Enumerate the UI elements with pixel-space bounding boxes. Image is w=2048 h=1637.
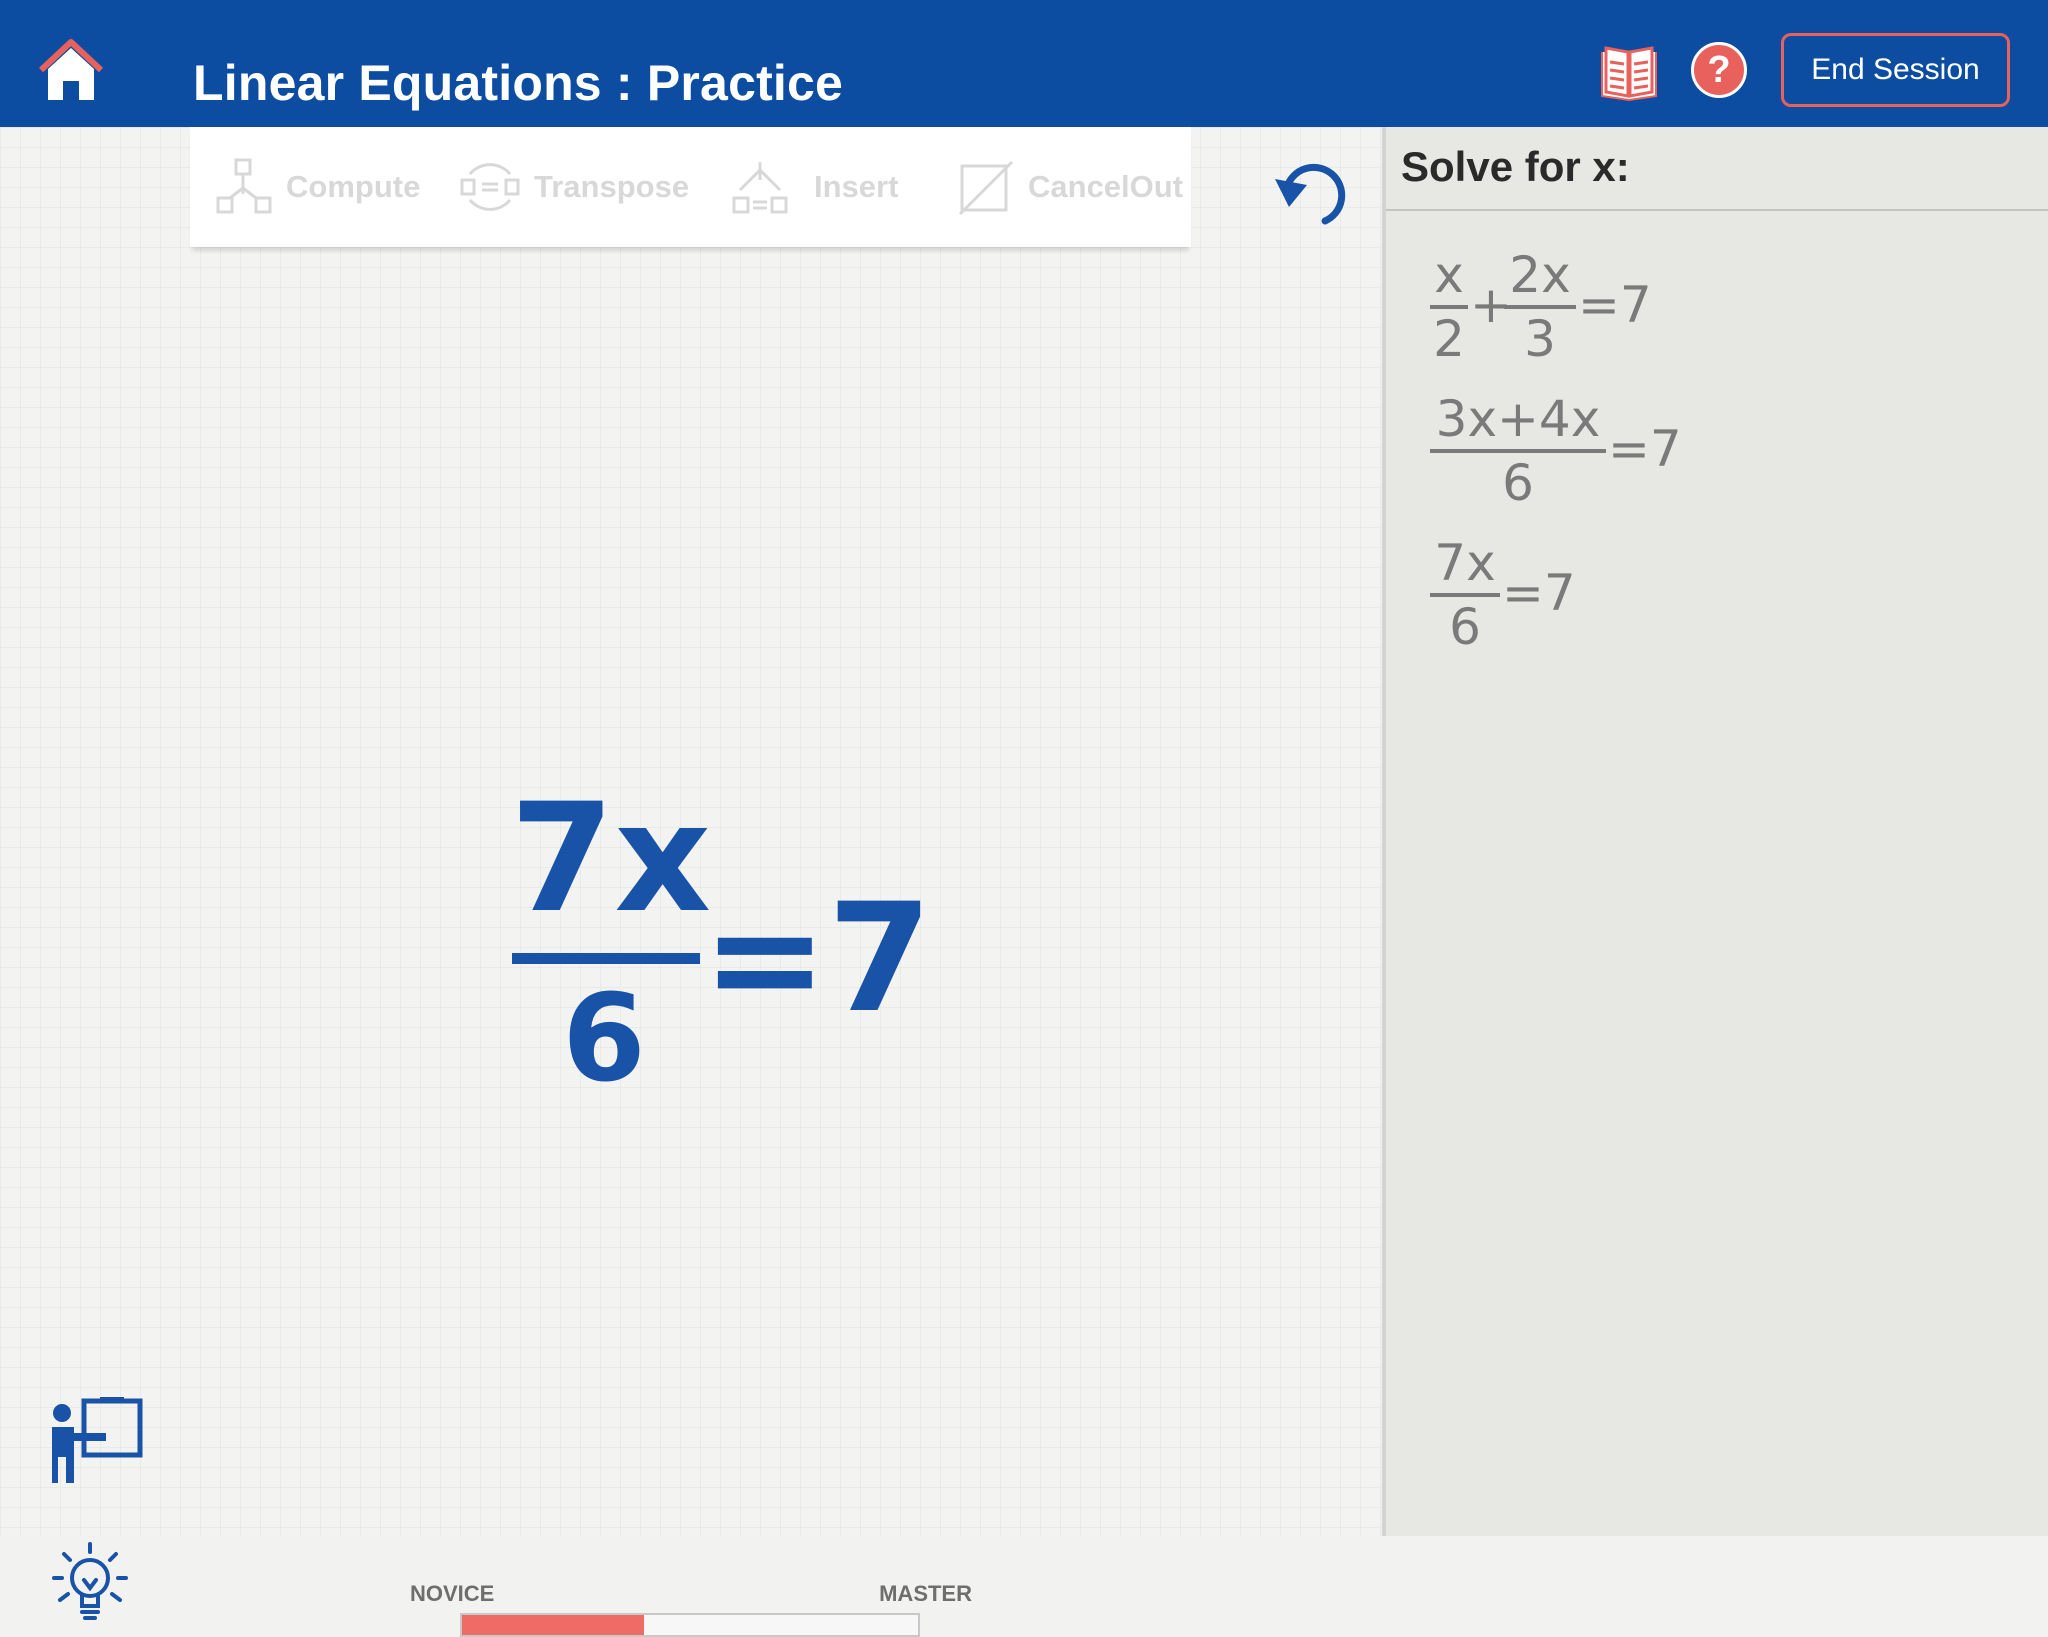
workspace[interactable]: Compute Transpose Insert CancelOut 7x 6 …	[0, 127, 1382, 1637]
transpose-icon	[460, 163, 520, 211]
fraction-numerator: 2x	[1509, 246, 1571, 304]
lightbulb-icon[interactable]	[50, 1540, 130, 1625]
solution-history-panel: Solve for x: x 2 + 2x 3 =7 3x+4x 6 =7 7x…	[1386, 127, 2048, 1536]
step-fraction: 2x 3	[1504, 247, 1576, 367]
compute-label: Compute	[286, 169, 421, 204]
fraction-numerator: 7x	[1434, 534, 1496, 592]
end-session-button[interactable]: End Session	[1781, 33, 2010, 107]
fraction-bar	[1504, 305, 1576, 309]
fraction-bar	[1430, 593, 1500, 597]
mastery-labels: NOVICE MASTER	[410, 1581, 972, 1611]
insert-label: Insert	[814, 169, 899, 204]
master-label: MASTER	[879, 1581, 972, 1606]
step-rhs: =7	[1502, 564, 1576, 622]
compute-icon	[216, 158, 272, 214]
fraction-denominator: 2	[1433, 310, 1465, 368]
fraction-numerator: x	[1434, 246, 1464, 304]
compute-button[interactable]: Compute	[216, 127, 420, 247]
book-icon[interactable]	[1598, 42, 1660, 102]
mastery-progress-fill	[462, 1615, 645, 1635]
panel-title: Solve for x:	[1401, 143, 1630, 190]
cancel-out-label: CancelOut	[1028, 169, 1184, 204]
step-fraction: 7x 6	[1430, 535, 1500, 655]
novice-label: NOVICE	[410, 1581, 495, 1606]
step-fraction: 3x+4x 6	[1430, 391, 1606, 511]
insert-button[interactable]: Insert	[732, 127, 898, 247]
fraction-bar	[1430, 449, 1606, 453]
fraction-denominator: 6	[1449, 598, 1481, 656]
fraction-denominator: 6	[1502, 454, 1534, 512]
transpose-button[interactable]: Transpose	[460, 127, 689, 247]
equation-rhs[interactable]: =7	[702, 884, 932, 1034]
page-title: Linear Equations : Practice	[193, 55, 844, 111]
cancel-out-button[interactable]: CancelOut	[958, 127, 1183, 247]
fraction-bar	[1430, 305, 1468, 309]
equation-numerator[interactable]: 7x	[510, 784, 711, 934]
undo-icon[interactable]	[1273, 157, 1357, 227]
cancel-out-icon	[958, 160, 1014, 216]
step-fraction: x 2	[1430, 247, 1468, 367]
insert-icon	[732, 162, 788, 214]
equation-fraction-bar	[512, 953, 700, 964]
step-rhs: =7	[1578, 276, 1652, 334]
step-rhs: =7	[1608, 420, 1682, 478]
mastery-progress-bar	[460, 1613, 920, 1637]
home-icon[interactable]	[36, 36, 106, 106]
fraction-denominator: 3	[1524, 310, 1556, 368]
teacher-icon[interactable]	[48, 1397, 144, 1485]
transpose-label: Transpose	[534, 169, 690, 204]
top-bar: Linear Equations : Practice ? End Sessio…	[0, 0, 2048, 127]
help-button[interactable]: ?	[1691, 42, 1747, 98]
equation-denominator[interactable]: 6	[510, 980, 698, 1100]
fraction-numerator: 3x+4x	[1435, 390, 1601, 448]
toolbar: Compute Transpose Insert CancelOut	[190, 127, 1191, 247]
panel-title-divider	[1386, 209, 2048, 211]
